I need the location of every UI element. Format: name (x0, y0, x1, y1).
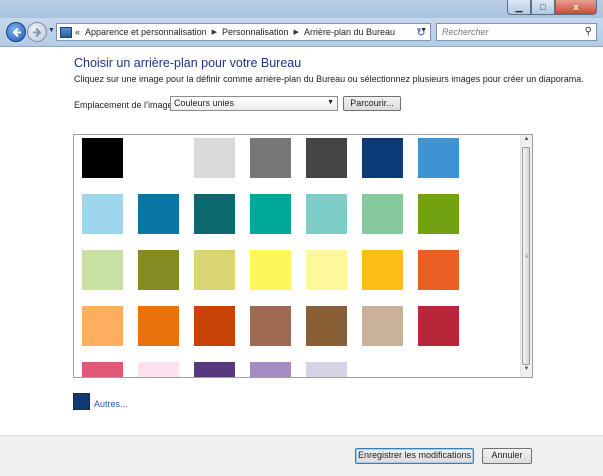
footer: Enregistrer les modifications Annuler (0, 435, 603, 476)
color-swatch[interactable] (306, 194, 347, 234)
color-swatch[interactable] (362, 250, 403, 290)
color-swatch[interactable] (194, 194, 235, 234)
color-swatch[interactable] (250, 362, 291, 377)
color-swatch[interactable] (362, 138, 403, 178)
breadcrumb-personalization[interactable]: Personnalisation (222, 27, 289, 37)
minimize-icon: ▁ (515, 1, 523, 12)
color-swatch[interactable] (306, 362, 347, 377)
page-title: Choisir un arrière-plan pour votre Burea… (74, 56, 302, 70)
location-label: Emplacement de l’image : (74, 100, 178, 110)
vertical-scrollbar[interactable]: ▲ ≡ ▼ (520, 135, 532, 377)
color-swatch[interactable] (194, 362, 235, 377)
breadcrumb-separator-icon[interactable]: ▶ (212, 28, 217, 36)
color-swatch[interactable] (418, 194, 459, 234)
color-swatch[interactable] (306, 250, 347, 290)
main-content: Choisir un arrière-plan pour votre Burea… (0, 47, 603, 435)
color-swatch[interactable] (82, 138, 123, 178)
refresh-icon[interactable]: ↻ (413, 24, 429, 40)
scroll-up-icon[interactable]: ▲ (521, 136, 532, 146)
arrow-left-icon (12, 27, 21, 37)
cancel-button[interactable]: Annuler (482, 448, 532, 464)
color-swatch[interactable] (250, 138, 291, 178)
color-swatch[interactable] (138, 194, 179, 234)
color-swatch[interactable] (138, 362, 179, 377)
search-icon[interactable]: ⚲ (585, 26, 592, 37)
location-select-value: Couleurs unies (174, 98, 235, 108)
color-swatch[interactable] (194, 138, 235, 178)
color-swatch[interactable] (194, 306, 235, 346)
scroll-down-icon[interactable]: ▼ (521, 366, 532, 376)
minimize-button[interactable]: ▁ (507, 0, 531, 15)
browse-button[interactable]: Parcourir... (343, 96, 401, 111)
color-swatch[interactable] (138, 138, 179, 178)
scrollbar-thumb[interactable]: ≡ (522, 147, 530, 365)
color-swatch[interactable] (138, 250, 179, 290)
close-button[interactable]: x (555, 0, 597, 15)
color-swatch[interactable] (418, 138, 459, 178)
color-swatch[interactable] (82, 306, 123, 346)
chevron-down-icon: ▼ (327, 99, 334, 106)
maximize-button[interactable]: □ (531, 0, 555, 15)
color-swatch[interactable] (82, 250, 123, 290)
color-swatch-grid: ▲ ≡ ▼ (73, 134, 533, 378)
color-swatch[interactable] (250, 250, 291, 290)
color-swatch[interactable] (362, 194, 403, 234)
color-swatch[interactable] (82, 194, 123, 234)
color-swatch[interactable] (306, 306, 347, 346)
control-panel-icon (60, 26, 72, 38)
arrow-right-icon (32, 27, 41, 37)
navigation-bar: ▼ « Apparence et personnalisation ▶ Pers… (0, 18, 603, 47)
color-swatch[interactable] (306, 138, 347, 178)
save-changes-button[interactable]: Enregistrer les modifications (355, 448, 474, 464)
color-swatch[interactable] (82, 362, 123, 377)
breadcrumb-appearance[interactable]: Apparence et personnalisation (85, 27, 207, 37)
color-swatch[interactable] (418, 250, 459, 290)
forward-button[interactable] (27, 22, 47, 42)
color-swatch[interactable] (250, 194, 291, 234)
page-description: Cliquez sur une image pour la définir co… (74, 74, 584, 84)
maximize-icon: □ (540, 2, 546, 12)
breadcrumb-separator-icon[interactable]: ▶ (294, 28, 299, 36)
back-button[interactable] (6, 22, 26, 42)
color-swatch[interactable] (194, 250, 235, 290)
breadcrumb-desktop-background[interactable]: Arrière-plan du Bureau (304, 27, 395, 37)
color-swatch[interactable] (250, 306, 291, 346)
grip-icon: ≡ (525, 254, 529, 260)
recent-pages-dropdown-icon[interactable]: ▼ (48, 27, 55, 34)
search-input[interactable] (442, 25, 577, 39)
breadcrumb-overflow[interactable]: « (75, 27, 80, 37)
title-bar: ▁ □ x (0, 0, 603, 18)
location-select[interactable]: Couleurs unies ▼ (170, 96, 338, 111)
close-icon: x (573, 2, 579, 12)
others-color-swatch[interactable] (73, 393, 90, 410)
search-box[interactable]: ⚲ (436, 23, 597, 41)
color-swatch[interactable] (418, 306, 459, 346)
color-swatch[interactable] (362, 306, 403, 346)
window-controls: ▁ □ x (507, 0, 597, 15)
color-swatch[interactable] (138, 306, 179, 346)
address-bar[interactable]: « Apparence et personnalisation ▶ Person… (56, 23, 431, 41)
others-link[interactable]: Autres... (94, 399, 128, 409)
